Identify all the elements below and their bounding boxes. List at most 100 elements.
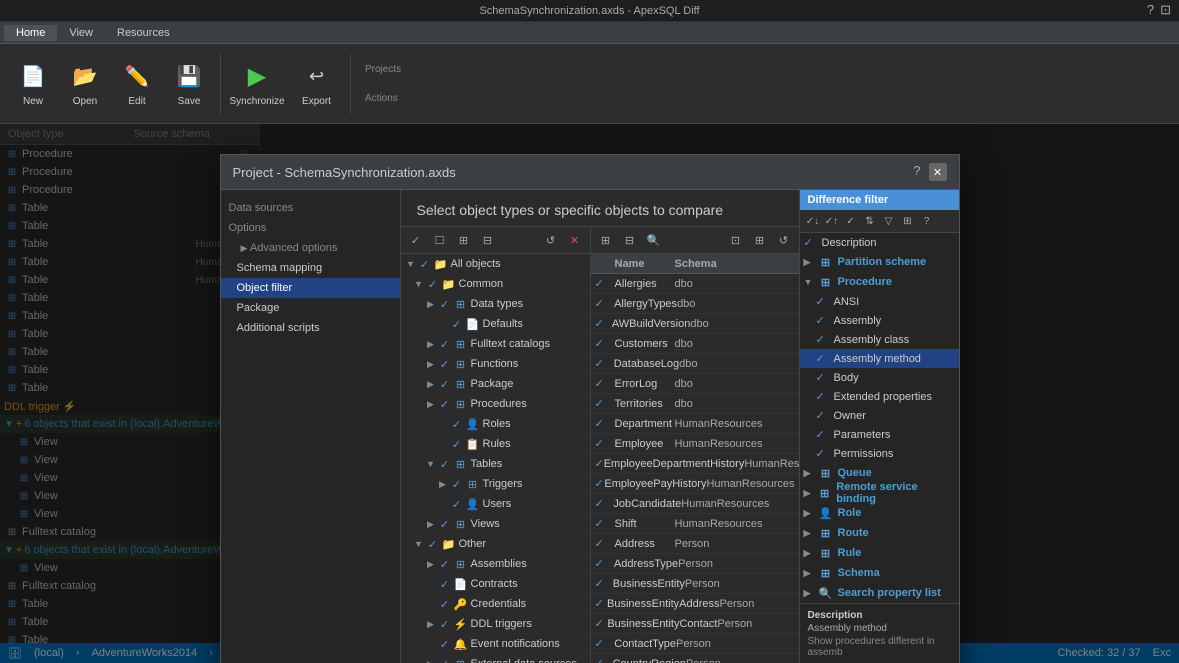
expand-all-btn[interactable]: ⊞: [453, 229, 475, 251]
restore-obj-btn[interactable]: ⊡: [725, 229, 747, 251]
tree-node-procedures[interactable]: ▶ ✓ ⊞ Procedures: [401, 394, 590, 414]
sidebar-advanced-options[interactable]: ▶ Advanced options: [221, 238, 400, 258]
diff-schema-group[interactable]: ▶ ⊞ Schema: [800, 563, 959, 583]
expand-icon: ▶: [425, 359, 437, 370]
select-all-btn[interactable]: ✓: [405, 229, 427, 251]
table-row[interactable]: ✓ShiftHumanResources: [591, 514, 799, 534]
diff-assembly-class[interactable]: ✓ Assembly class: [800, 330, 959, 349]
tree-node-users[interactable]: ✓ 👤 Users: [401, 494, 590, 514]
table-row[interactable]: ✓JobCandidateHumanResources: [591, 494, 799, 514]
sidebar-schema-mapping[interactable]: Schema mapping: [221, 258, 400, 278]
tree-node-triggers[interactable]: ▶ ✓ ⊞ Triggers: [401, 474, 590, 494]
export-button[interactable]: ↩ Export: [289, 49, 344, 119]
tree-node-ddl-triggers[interactable]: ▶ ✓ ⚡ DDL triggers: [401, 614, 590, 634]
tree-node-assemblies[interactable]: ▶ ✓ ⊞ Assemblies: [401, 554, 590, 574]
table-row[interactable]: ✓DepartmentHumanResources: [591, 414, 799, 434]
new-button[interactable]: 📄 New: [8, 49, 58, 119]
tree-node-views[interactable]: ▶ ✓ ⊞ Views: [401, 514, 590, 534]
table-row[interactable]: ✓Allergiesdbo: [591, 274, 799, 294]
clear-filter-btn[interactable]: ✕: [564, 229, 586, 251]
table-row[interactable]: ✓AddressTypePerson: [591, 554, 799, 574]
tab-home[interactable]: Home: [4, 25, 57, 41]
diff-remote-svc-binding-group[interactable]: ▶ ⊞ Remote service binding: [800, 483, 959, 503]
tree-node-roles[interactable]: ✓ 👤 Roles: [401, 414, 590, 434]
tree-node-datatypes[interactable]: ▶ ✓ ⊞ Data types: [401, 294, 590, 314]
table-row[interactable]: ✓DatabaseLogdbo: [591, 354, 799, 374]
diff-tb-filter[interactable]: ▽: [880, 212, 898, 230]
table-row[interactable]: ✓AWBuildVersiondbo: [591, 314, 799, 334]
refresh-btn[interactable]: ↺: [540, 229, 562, 251]
diff-parameters[interactable]: ✓ Parameters: [800, 425, 959, 444]
diff-rule-group[interactable]: ▶ ⊞ Rule: [800, 543, 959, 563]
tree-node-functions[interactable]: ▶ ✓ ⊞ Functions: [401, 354, 590, 374]
table-row[interactable]: ✓EmployeePayHistoryHumanResources: [591, 474, 799, 494]
diff-tb-help[interactable]: ?: [918, 212, 936, 230]
table-row[interactable]: ✓BusinessEntityAddressPerson: [591, 594, 799, 614]
tab-view[interactable]: View: [57, 25, 105, 41]
grid-view-btn[interactable]: ⊞: [749, 229, 771, 251]
refresh-obj-btn[interactable]: ↺: [773, 229, 795, 251]
sidebar-package[interactable]: Package: [221, 298, 400, 318]
filter-toggle-btn[interactable]: ⊞: [595, 229, 617, 251]
tree-node-other[interactable]: ▼ ✓ 📁 Other: [401, 534, 590, 554]
diff-queue-group[interactable]: ▶ ⊞ Queue: [800, 463, 959, 483]
group-btn[interactable]: ⊟: [619, 229, 641, 251]
title-bar: SchemaSynchronization.axds - ApexSQL Dif…: [0, 0, 1179, 22]
diff-description[interactable]: ✓ Description: [800, 233, 959, 252]
tree-node-fulltext-catalogs[interactable]: ▶ ✓ ⊞ Fulltext catalogs: [401, 334, 590, 354]
diff-tb-btn-3[interactable]: ✓: [842, 212, 860, 230]
table-row[interactable]: ✓BusinessEntityContactPerson: [591, 614, 799, 634]
diff-tb-btn-1[interactable]: ✓↓: [804, 212, 822, 230]
tree-node-event-notifications[interactable]: ✓ 🔔 Event notifications: [401, 634, 590, 654]
tree-node-tables[interactable]: ▼ ✓ ⊞ Tables: [401, 454, 590, 474]
deselect-all-btn[interactable]: ☐: [429, 229, 451, 251]
diff-owner[interactable]: ✓ Owner: [800, 406, 959, 425]
diff-procedure-group[interactable]: ▼ ⊞ Procedure: [800, 272, 959, 292]
synchronize-button[interactable]: ▶ Synchronize: [227, 49, 287, 119]
tree-node-rules[interactable]: ✓ 📋 Rules: [401, 434, 590, 454]
tree-node-ext-datasources[interactable]: ▶ ✓ ⊞ External data sources: [401, 654, 590, 663]
tree-node-credentials[interactable]: ✓ 🔑 Credentials: [401, 594, 590, 614]
collapse-all-btn[interactable]: ⊟: [477, 229, 499, 251]
diff-ext-props[interactable]: ✓ Extended properties: [800, 387, 959, 406]
table-row[interactable]: ✓Territoriesdbo: [591, 394, 799, 414]
table-row[interactable]: ✓BusinessEntityPerson: [591, 574, 799, 594]
diff-tb-btn-4[interactable]: ⇅: [861, 212, 879, 230]
table-row[interactable]: ✓Customersdbo: [591, 334, 799, 354]
diff-search-prop-list-group[interactable]: ▶ 🔍 Search property list: [800, 583, 959, 603]
tree-node-common[interactable]: ▼ ✓ 📁 Common: [401, 274, 590, 294]
tree-node-package[interactable]: ▶ ✓ ⊞ Package: [401, 374, 590, 394]
diff-partition-scheme[interactable]: ▶ ⊞ Partition scheme: [800, 252, 959, 272]
tree-node-contracts[interactable]: ✓ 📄 Contracts: [401, 574, 590, 594]
edit-button[interactable]: ✏️ Edit: [112, 49, 162, 119]
diff-role-group[interactable]: ▶ 👤 Role: [800, 503, 959, 523]
diff-ansi[interactable]: ✓ ANSI: [800, 292, 959, 311]
open-button[interactable]: 📂 Open: [60, 49, 110, 119]
table-row[interactable]: ✓ErrorLogdbo: [591, 374, 799, 394]
diff-tb-col[interactable]: ⊞: [899, 212, 917, 230]
table-row[interactable]: ✓EmployeeHumanResources: [591, 434, 799, 454]
table-row[interactable]: ✓EmployeeDepartmentHistoryHumanResources: [591, 454, 799, 474]
sidebar-additional-scripts[interactable]: Additional scripts: [221, 318, 400, 338]
restore-btn[interactable]: ⊡: [1160, 2, 1171, 18]
modal-close-btn[interactable]: ✕: [929, 163, 947, 181]
table-row[interactable]: ✓AddressPerson: [591, 534, 799, 554]
save-button[interactable]: 💾 Save: [164, 49, 214, 119]
table-row[interactable]: ✓CountryRegionPerson: [591, 654, 799, 663]
search-obj-btn[interactable]: 🔍: [643, 229, 665, 251]
tree-node-defaults[interactable]: ✓ 📄 Defaults: [401, 314, 590, 334]
table-row[interactable]: ✓ContactTypePerson: [591, 634, 799, 654]
sidebar-object-filter[interactable]: Object filter: [221, 278, 400, 298]
diff-body[interactable]: ✓ Body: [800, 368, 959, 387]
diff-assembly-method[interactable]: ✓ Assembly method: [800, 349, 959, 368]
diff-permissions[interactable]: ✓ Permissions: [800, 444, 959, 463]
diff-route-group[interactable]: ▶ ⊞ Route: [800, 523, 959, 543]
diff-assembly[interactable]: ✓ Assembly: [800, 311, 959, 330]
modal-help-btn[interactable]: ?: [913, 163, 920, 181]
diff-tb-btn-2[interactable]: ✓↑: [823, 212, 841, 230]
tree-node-all-objects[interactable]: ▼ ✓ 📁 All objects: [401, 254, 590, 274]
expand-icon: ▶: [425, 519, 437, 530]
table-row[interactable]: ✓AllergyTypesdbo: [591, 294, 799, 314]
help-btn[interactable]: ?: [1147, 2, 1154, 18]
tab-resources[interactable]: Resources: [105, 25, 182, 41]
